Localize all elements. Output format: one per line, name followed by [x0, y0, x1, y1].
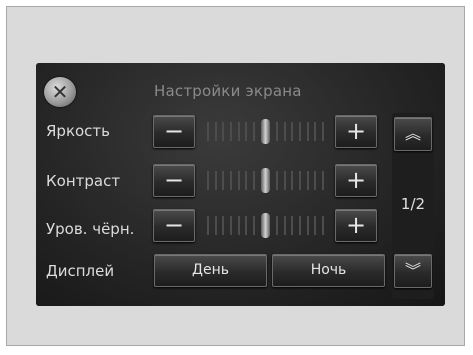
contrast-decrease-button[interactable]: −: [153, 164, 195, 197]
slider-tick: [306, 122, 309, 141]
page-title: Настройки экрана: [154, 82, 302, 100]
close-button[interactable]: ✕: [44, 77, 76, 107]
day-mode-button[interactable]: День: [154, 254, 267, 287]
slider-tick: [314, 216, 317, 235]
page-indicator: 1/2: [400, 195, 426, 213]
slider-tick: [283, 122, 286, 141]
black-level-slider[interactable]: [199, 209, 332, 242]
slider-tick: [299, 171, 301, 190]
slider-tick: [283, 171, 286, 190]
slider-tick: [291, 171, 294, 190]
page-down-button[interactable]: ︾: [394, 254, 432, 288]
slider-tick: [276, 122, 278, 141]
slider-tick: [214, 216, 217, 235]
chevron-double-up-icon: ︽: [404, 124, 421, 143]
slider-tick: [230, 122, 232, 141]
slider-tick: [237, 122, 240, 141]
black-level-decrease-button[interactable]: −: [153, 209, 195, 242]
slider-tick: [306, 216, 309, 235]
slider-tick: [299, 216, 301, 235]
slider-tick: [230, 171, 232, 190]
slider-tick: [253, 171, 255, 190]
slider-tick: [306, 171, 309, 190]
slider-tick: [322, 122, 324, 141]
slider-knob[interactable]: [261, 168, 270, 193]
slider-tick: [322, 171, 324, 190]
slider-tick: [222, 171, 225, 190]
chevron-double-down-icon: ︾: [404, 261, 421, 280]
slider-tick: [207, 171, 209, 190]
page-up-button[interactable]: ︽: [394, 117, 432, 151]
slider-tick: [207, 122, 209, 141]
display-settings-panel: ✕ Настройки экрана Яркость − + Контраст …: [36, 63, 445, 306]
contrast-increase-button[interactable]: +: [335, 164, 377, 197]
black-level-label: Уров. чёрн.: [46, 220, 135, 238]
slider-tick: [314, 122, 317, 141]
brightness-slider[interactable]: [199, 115, 332, 148]
brightness-label: Яркость: [46, 122, 111, 140]
night-mode-button[interactable]: Ночь: [272, 254, 385, 287]
close-icon: ✕: [51, 80, 69, 104]
screen: ✕ Настройки экрана Яркость − + Контраст …: [36, 63, 445, 306]
slider-tick: [237, 216, 240, 235]
slider-tick: [245, 171, 248, 190]
slider-tick: [283, 216, 286, 235]
slider-tick: [214, 171, 217, 190]
slider-tick: [245, 216, 248, 235]
slider-knob[interactable]: [261, 213, 270, 238]
slider-tick: [291, 216, 294, 235]
slider-tick: [253, 122, 255, 141]
slider-tick: [276, 171, 278, 190]
slider-tick: [314, 171, 317, 190]
slider-tick: [253, 216, 255, 235]
slider-knob[interactable]: [261, 119, 270, 144]
slider-tick: [291, 122, 294, 141]
black-level-increase-button[interactable]: +: [335, 209, 377, 242]
display-label: Дисплей: [46, 262, 115, 280]
contrast-slider[interactable]: [199, 164, 332, 197]
slider-tick: [207, 216, 209, 235]
slider-tick: [276, 216, 278, 235]
slider-tick: [237, 171, 240, 190]
brightness-increase-button[interactable]: +: [335, 115, 377, 148]
contrast-label: Контраст: [46, 172, 121, 190]
slider-tick: [322, 216, 324, 235]
slider-tick: [299, 122, 301, 141]
slider-tick: [222, 122, 225, 141]
brightness-decrease-button[interactable]: −: [153, 115, 195, 148]
slider-tick: [230, 216, 232, 235]
slider-tick: [214, 122, 217, 141]
slider-tick: [222, 216, 225, 235]
slider-tick: [245, 122, 248, 141]
